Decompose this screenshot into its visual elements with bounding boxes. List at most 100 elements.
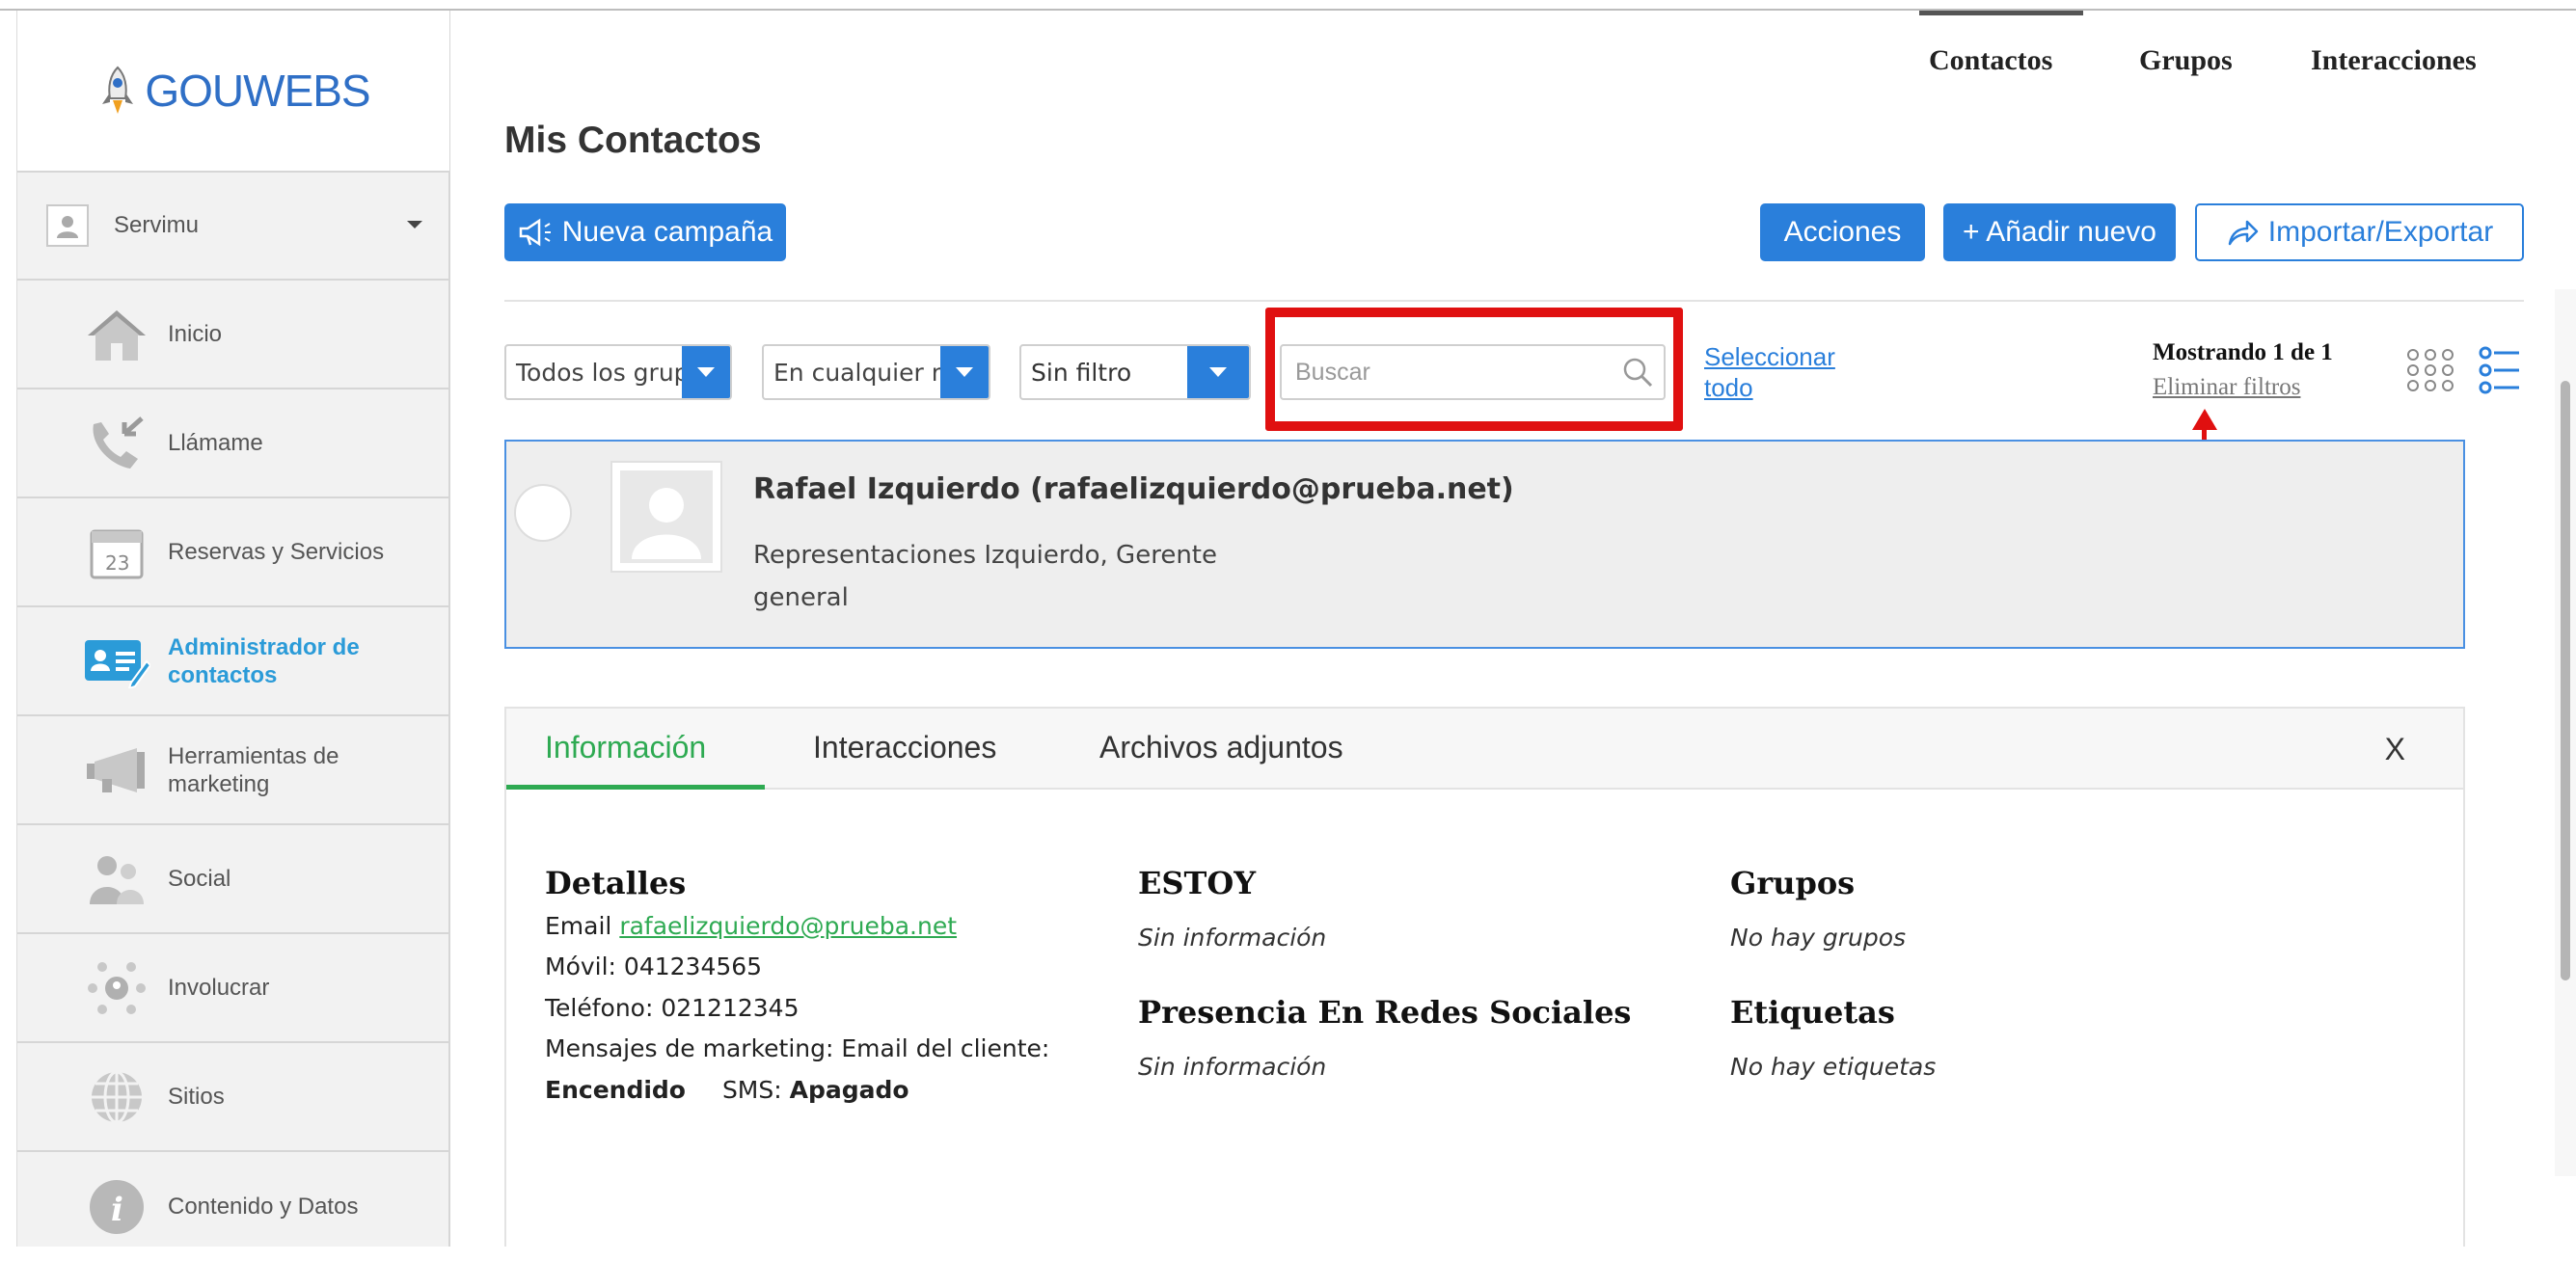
phone-icon xyxy=(81,408,152,479)
tags-value: No hay etiquetas xyxy=(1730,1053,1937,1081)
add-new-button[interactable]: + Añadir nuevo xyxy=(1943,203,2176,261)
user-icon xyxy=(620,470,713,563)
date-filter-value: En cualquier momento xyxy=(773,358,940,387)
mobile-row: Móvil: 041234565 xyxy=(545,952,763,980)
chevron-down-icon xyxy=(407,221,422,228)
sidebar-item-contactos[interactable]: Administrador de contactos xyxy=(17,607,449,716)
tab-grupos[interactable]: Grupos xyxy=(2139,44,2233,77)
tab-contactos[interactable]: Contactos xyxy=(1929,44,2052,77)
sidebar-item-label: Reservas y Servicios xyxy=(168,539,385,565)
new-campaign-button[interactable]: Nueva campaña xyxy=(504,203,786,261)
date-filter-select[interactable]: En cualquier momento xyxy=(762,344,990,400)
sidebar-item-label: Inicio xyxy=(168,321,223,347)
chevron-down-icon xyxy=(940,346,989,398)
import-export-label: Importar/Exportar xyxy=(2267,216,2494,248)
sidebar-item-contenido[interactable]: i Contenido y Datos xyxy=(17,1152,449,1261)
divider xyxy=(504,300,2524,302)
people-icon xyxy=(81,844,152,915)
active-tab-indicator xyxy=(506,785,765,790)
import-export-button[interactable]: Importar/Exportar xyxy=(2195,203,2524,261)
sidebar-item-label: Herramientas de marketing xyxy=(168,742,339,797)
estoy-heading: ESTOY xyxy=(1138,865,1257,901)
tab-archivos[interactable]: Archivos adjuntos xyxy=(1099,730,1343,765)
sidebar-item-label: Llámame xyxy=(168,430,263,456)
network-icon xyxy=(81,952,152,1024)
select-all-line1: Seleccionar xyxy=(1704,342,1835,371)
home-icon xyxy=(81,299,152,370)
details-heading: Detalles xyxy=(545,865,687,901)
social-value: Sin información xyxy=(1138,1053,1327,1081)
logo-text: GOUWEBS xyxy=(145,66,370,116)
tab-informacion[interactable]: Información xyxy=(545,730,706,765)
sidebar-item-social[interactable]: Social xyxy=(17,825,449,934)
sidebar: GOUWEBS Servimu Inicio Llámame 23 Reserv… xyxy=(16,11,450,1247)
clear-filters-link[interactable]: Eliminar filtros xyxy=(2153,374,2300,401)
sidebar-item-sitios[interactable]: Sitios xyxy=(17,1043,449,1152)
grid-view-icon[interactable] xyxy=(2405,347,2455,397)
close-button[interactable]: X xyxy=(2385,732,2405,767)
sidebar-item-label: Involucrar xyxy=(168,975,270,1001)
user-icon xyxy=(57,216,78,238)
sms-label: SMS: xyxy=(721,1076,782,1104)
groups-filter-select[interactable]: Todos los grupos xyxy=(504,344,732,400)
rocket-icon xyxy=(102,66,134,114)
email-label: Email xyxy=(545,912,612,940)
marketing-row: Mensajes de marketing: Email del cliente… xyxy=(545,1034,1050,1062)
highlight-box xyxy=(1265,308,1683,431)
globe-icon xyxy=(81,1061,152,1133)
groups-filter-value: Todos los grupos xyxy=(516,358,682,387)
logo[interactable]: GOUWEBS xyxy=(17,11,449,173)
sidebar-item-involucrar[interactable]: Involucrar xyxy=(17,934,449,1043)
estoy-value: Sin información xyxy=(1138,924,1327,952)
megaphone-icon xyxy=(519,218,551,247)
megaphone-icon xyxy=(81,735,152,806)
scrollbar-thumb[interactable] xyxy=(2561,381,2570,980)
list-view-icon[interactable] xyxy=(2479,345,2521,399)
actions-label: Acciones xyxy=(1783,216,1902,248)
sidebar-item-reservas[interactable]: 23 Reservas y Servicios xyxy=(17,498,449,607)
info-icon: i xyxy=(81,1171,152,1243)
social-heading: Presencia En Redes Sociales xyxy=(1138,994,1632,1031)
tab-interacciones[interactable]: Interacciones xyxy=(2311,44,2477,77)
account-name: Servimu xyxy=(114,212,200,238)
groups-heading: Grupos xyxy=(1730,865,1856,901)
sidebar-item-label: Sitios xyxy=(168,1084,225,1110)
sidebar-item-inicio[interactable]: Inicio xyxy=(17,281,449,389)
email-status: Encendido xyxy=(545,1076,686,1104)
calendar-icon: 23 xyxy=(81,517,152,588)
contact-list-item[interactable]: Rafael Izquierdo (rafaelizquierdo@prueba… xyxy=(504,440,2465,649)
tab-interacciones-detail[interactable]: Interacciones xyxy=(813,730,996,765)
sidebar-item-label: Administrador de contactos xyxy=(168,633,360,688)
sidebar-item-llamame[interactable]: Llámame xyxy=(17,389,449,498)
actions-button[interactable]: Acciones xyxy=(1760,203,1925,261)
sidebar-item-marketing[interactable]: Herramientas de marketing xyxy=(17,716,449,825)
avatar xyxy=(46,204,89,247)
contact-card-icon xyxy=(81,626,152,697)
tags-heading: Etiquetas xyxy=(1730,994,1895,1031)
email-row: Email rafaelizquierdo@prueba.net xyxy=(545,906,957,947)
sms-status: Apagado xyxy=(789,1076,909,1104)
account-selector[interactable]: Servimu xyxy=(17,173,449,281)
marketing-status-row: Encendido SMS: Apagado xyxy=(545,1070,909,1111)
filter-value: Sin filtro xyxy=(1031,358,1132,387)
active-tab-indicator xyxy=(1919,11,2083,15)
contact-detail-panel: Información Interacciones Archivos adjun… xyxy=(504,707,2465,1247)
email-link[interactable]: rafaelizquierdo@prueba.net xyxy=(619,912,957,940)
top-border xyxy=(0,0,2576,11)
result-count: Mostrando 1 de 1 xyxy=(2153,339,2333,365)
select-checkbox[interactable] xyxy=(514,484,572,542)
detail-tabs: Información Interacciones Archivos adjun… xyxy=(506,709,2463,790)
share-icon xyxy=(2228,220,2259,246)
select-all-link[interactable]: Seleccionar todo xyxy=(1704,341,1835,403)
svg-text:23: 23 xyxy=(105,551,129,575)
phone-row: Teléfono: 021212345 xyxy=(545,994,800,1022)
filter-select[interactable]: Sin filtro xyxy=(1019,344,1251,400)
new-campaign-label: Nueva campaña xyxy=(561,216,773,248)
sidebar-item-label: Social xyxy=(168,866,231,892)
chevron-down-icon xyxy=(1187,346,1249,398)
sidebar-item-label: Contenido y Datos xyxy=(168,1194,359,1220)
contact-name[interactable]: Rafael Izquierdo (rafaelizquierdo@prueba… xyxy=(753,472,1514,506)
chevron-down-icon xyxy=(682,346,730,398)
avatar xyxy=(610,461,722,573)
contact-company: Representaciones Izquierdo, Gerente gene… xyxy=(753,541,1217,612)
